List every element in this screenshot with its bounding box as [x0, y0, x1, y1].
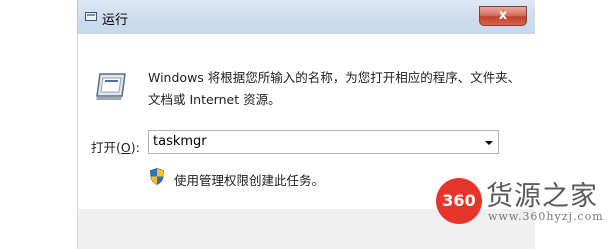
- close-button[interactable]: x: [479, 6, 527, 26]
- admin-privilege-note: 使用管理权限创建此任务。: [174, 173, 325, 188]
- watermark-logo-text: 360: [442, 191, 476, 210]
- open-command-input[interactable]: taskmgr: [153, 134, 207, 149]
- window-title: 运行: [102, 13, 129, 28]
- watermark-logo: 360: [436, 178, 482, 224]
- open-label-suffix: ):: [130, 140, 140, 155]
- dropdown-arrow-icon[interactable]: [482, 133, 496, 151]
- run-app-icon: [85, 12, 97, 21]
- open-label-prefix: 打开(: [91, 140, 121, 155]
- open-label: 打开(O):: [91, 137, 140, 156]
- uac-shield-icon: [150, 168, 164, 185]
- watermark: 360 货源之家 www.360hyzj.com: [430, 172, 612, 249]
- run-program-icon: [96, 73, 126, 100]
- close-icon: x: [498, 8, 508, 23]
- watermark-title: 货源之家: [486, 181, 598, 212]
- watermark-url: www.360hyzj.com: [488, 210, 604, 223]
- open-label-accelerator: O: [120, 140, 131, 155]
- open-command-combobox[interactable]: taskmgr: [148, 130, 499, 154]
- dialog-description: Windows 将根据您所输入的名称，为您打开相应的程序、文件夹、文档或 Int…: [148, 70, 521, 107]
- title-bar[interactable]: 运行 x: [77, 0, 535, 34]
